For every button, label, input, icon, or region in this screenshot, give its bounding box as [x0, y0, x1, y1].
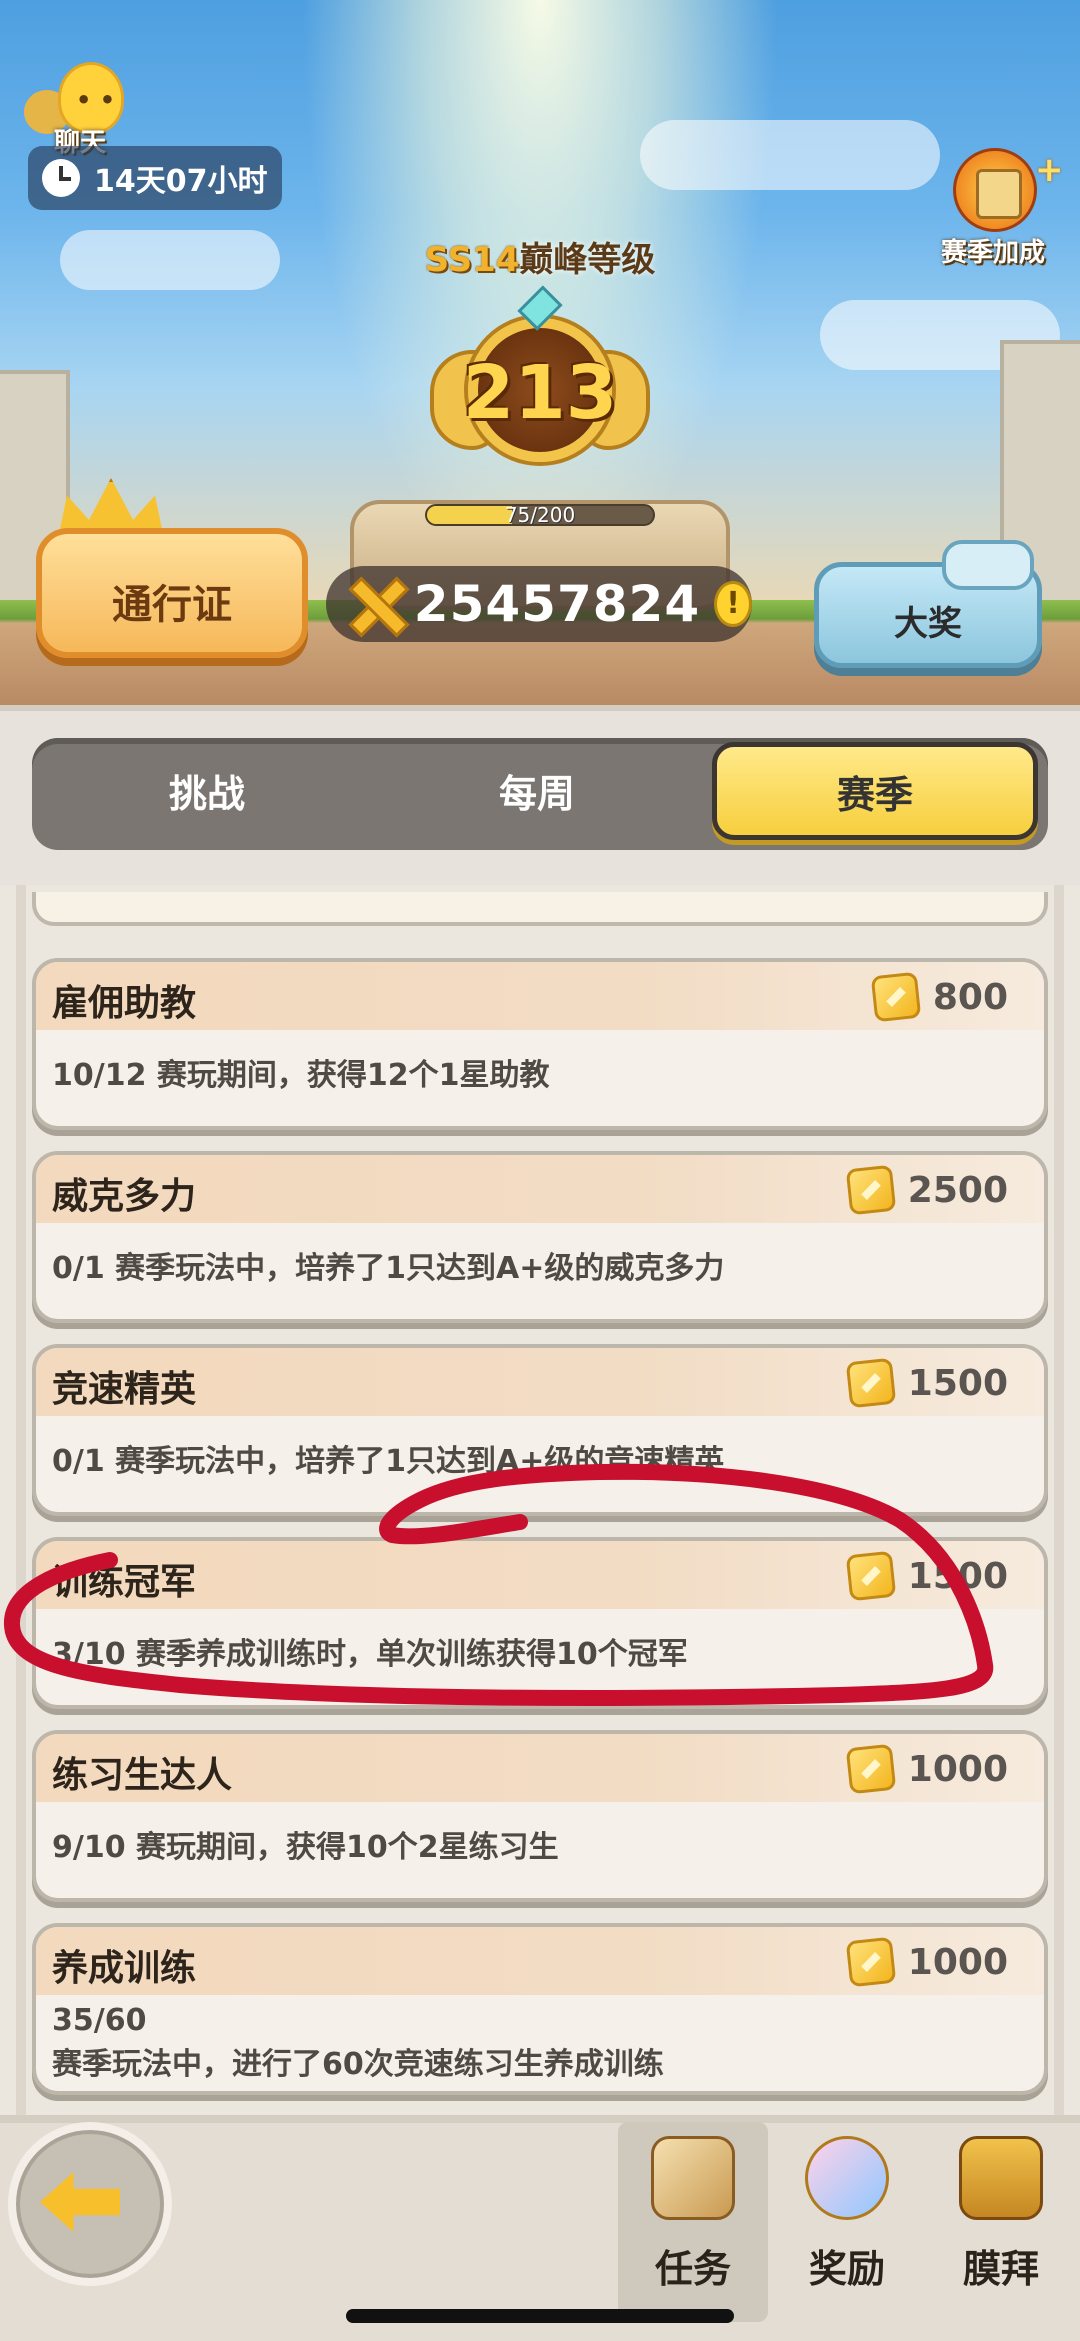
level-number: 213 — [462, 350, 618, 436]
task-reward: 1000 — [845, 1936, 1008, 1988]
nav-worship[interactable]: 膜拜 — [926, 2122, 1076, 2322]
home-indicator[interactable] — [346, 2309, 734, 2323]
ticket-icon — [845, 1936, 897, 1988]
scroll-task-icon — [651, 2136, 735, 2220]
task-progress: 35/60 — [52, 2003, 147, 2038]
grand-prize-label: 大奖 — [894, 604, 962, 644]
nav-rewards-label: 奖励 — [808, 2247, 885, 2291]
reward-value: 800 — [932, 976, 1008, 1018]
reward-value: 1000 — [907, 1941, 1008, 1983]
ticket-icon — [870, 971, 922, 1023]
task-card[interactable]: 练习生达人 1000 9/10 赛玩期间，获得10个2星练习生 — [32, 1730, 1048, 1902]
task-reward: 800 — [870, 971, 1008, 1023]
nav-tasks[interactable]: 任务 — [618, 2122, 768, 2322]
task-description-text: 赛季玩法中，进行了60次竞速练习生养成训练 — [52, 2047, 664, 2082]
nav-rewards[interactable]: 奖励 — [772, 2122, 922, 2322]
reward-value: 1500 — [907, 1555, 1008, 1597]
battle-pass-label: 通行证 — [112, 582, 232, 628]
reward-value: 2500 — [907, 1169, 1008, 1211]
task-card[interactable]: 养成训练 1000 35/60 赛季玩法中，进行了60次竞速练习生养成训练 — [32, 1923, 1048, 2095]
tab-challenge[interactable]: 挑战 — [32, 738, 382, 850]
reward-value: 1500 — [907, 1362, 1008, 1404]
task-title: 训练冠军 — [52, 1562, 197, 1603]
ticket-icon — [845, 1743, 897, 1795]
task-reward: 1000 — [845, 1743, 1008, 1795]
nav-tasks-label: 任务 — [654, 2247, 731, 2291]
ice-rock-icon — [942, 540, 1034, 590]
task-card[interactable]: 竞速精英 1500 0/1 赛季玩法中，培养了1只达到A+级的竞速精英 — [32, 1344, 1048, 1516]
cloud — [640, 120, 940, 190]
task-card[interactable]: 威克多力 2500 0/1 赛季玩法中，培养了1只达到A+级的威克多力 — [32, 1151, 1048, 1323]
timer-text: 14天07小时 — [94, 164, 268, 199]
ticket-icon — [845, 1357, 897, 1409]
task-title: 竞速精英 — [52, 1369, 197, 1410]
task-description: 3/10 赛季养成训练时，单次训练获得10个冠军 — [52, 1637, 688, 1672]
task-reward: 2500 — [845, 1164, 1008, 1216]
rank-title: SS14巅峰等级 — [0, 232, 1080, 281]
task-card-partial — [32, 892, 1048, 926]
task-title: 养成训练 — [52, 1948, 197, 1989]
currency-display: 25457824 ! — [326, 566, 752, 642]
reward-value: 1000 — [907, 1748, 1008, 1790]
rank-season-prefix: SS14 — [424, 240, 520, 280]
rank-title-text: 巅峰等级 — [519, 240, 656, 280]
tab-season[interactable]: 赛季 — [712, 742, 1038, 840]
task-reward: 1500 — [845, 1357, 1008, 1409]
xp-text: 75/200 — [504, 503, 576, 527]
gift-reward-icon — [805, 2136, 889, 2220]
season-timer: 14天07小时 — [28, 146, 282, 210]
task-title: 威克多力 — [52, 1176, 197, 1217]
currency-value: 25457824 — [413, 575, 701, 633]
totem-worship-icon — [959, 2136, 1043, 2220]
task-title: 雇佣助教 — [52, 983, 197, 1024]
task-card[interactable]: 训练冠军 1500 3/10 赛季养成训练时，单次训练获得10个冠军 — [32, 1537, 1048, 1709]
chat-button[interactable]: • • 聊天 — [24, 62, 134, 158]
plus-icon: + — [1035, 150, 1064, 190]
task-reward: 1500 — [845, 1550, 1008, 1602]
clock-icon — [42, 159, 80, 197]
task-title: 练习生达人 — [52, 1755, 233, 1796]
task-description: 35/60 赛季玩法中，进行了60次竞速练习生养成训练 — [52, 1999, 664, 2087]
ticket-icon — [845, 1550, 897, 1602]
ticket-icon — [845, 1164, 897, 1216]
exclamation-info-icon[interactable]: ! — [714, 581, 752, 627]
crossed-swords-icon — [346, 577, 394, 631]
task-description: 0/1 赛季玩法中，培养了1只达到A+级的威克多力 — [52, 1251, 725, 1286]
task-description: 0/1 赛季玩法中，培养了1只达到A+级的竞速精英 — [52, 1444, 725, 1479]
tab-weekly[interactable]: 每周 — [362, 738, 712, 850]
trophy-fire-icon — [953, 148, 1037, 232]
task-description: 10/12 赛玩期间，获得12个1星助教 — [52, 1058, 550, 1093]
level-badge[interactable]: 213 — [430, 285, 650, 490]
nav-worship-label: 膜拜 — [962, 2247, 1039, 2291]
task-card[interactable]: 雇佣助教 800 10/12 赛玩期间，获得12个1星助教 — [32, 958, 1048, 1130]
task-description: 9/10 赛玩期间，获得10个2星练习生 — [52, 1830, 559, 1865]
